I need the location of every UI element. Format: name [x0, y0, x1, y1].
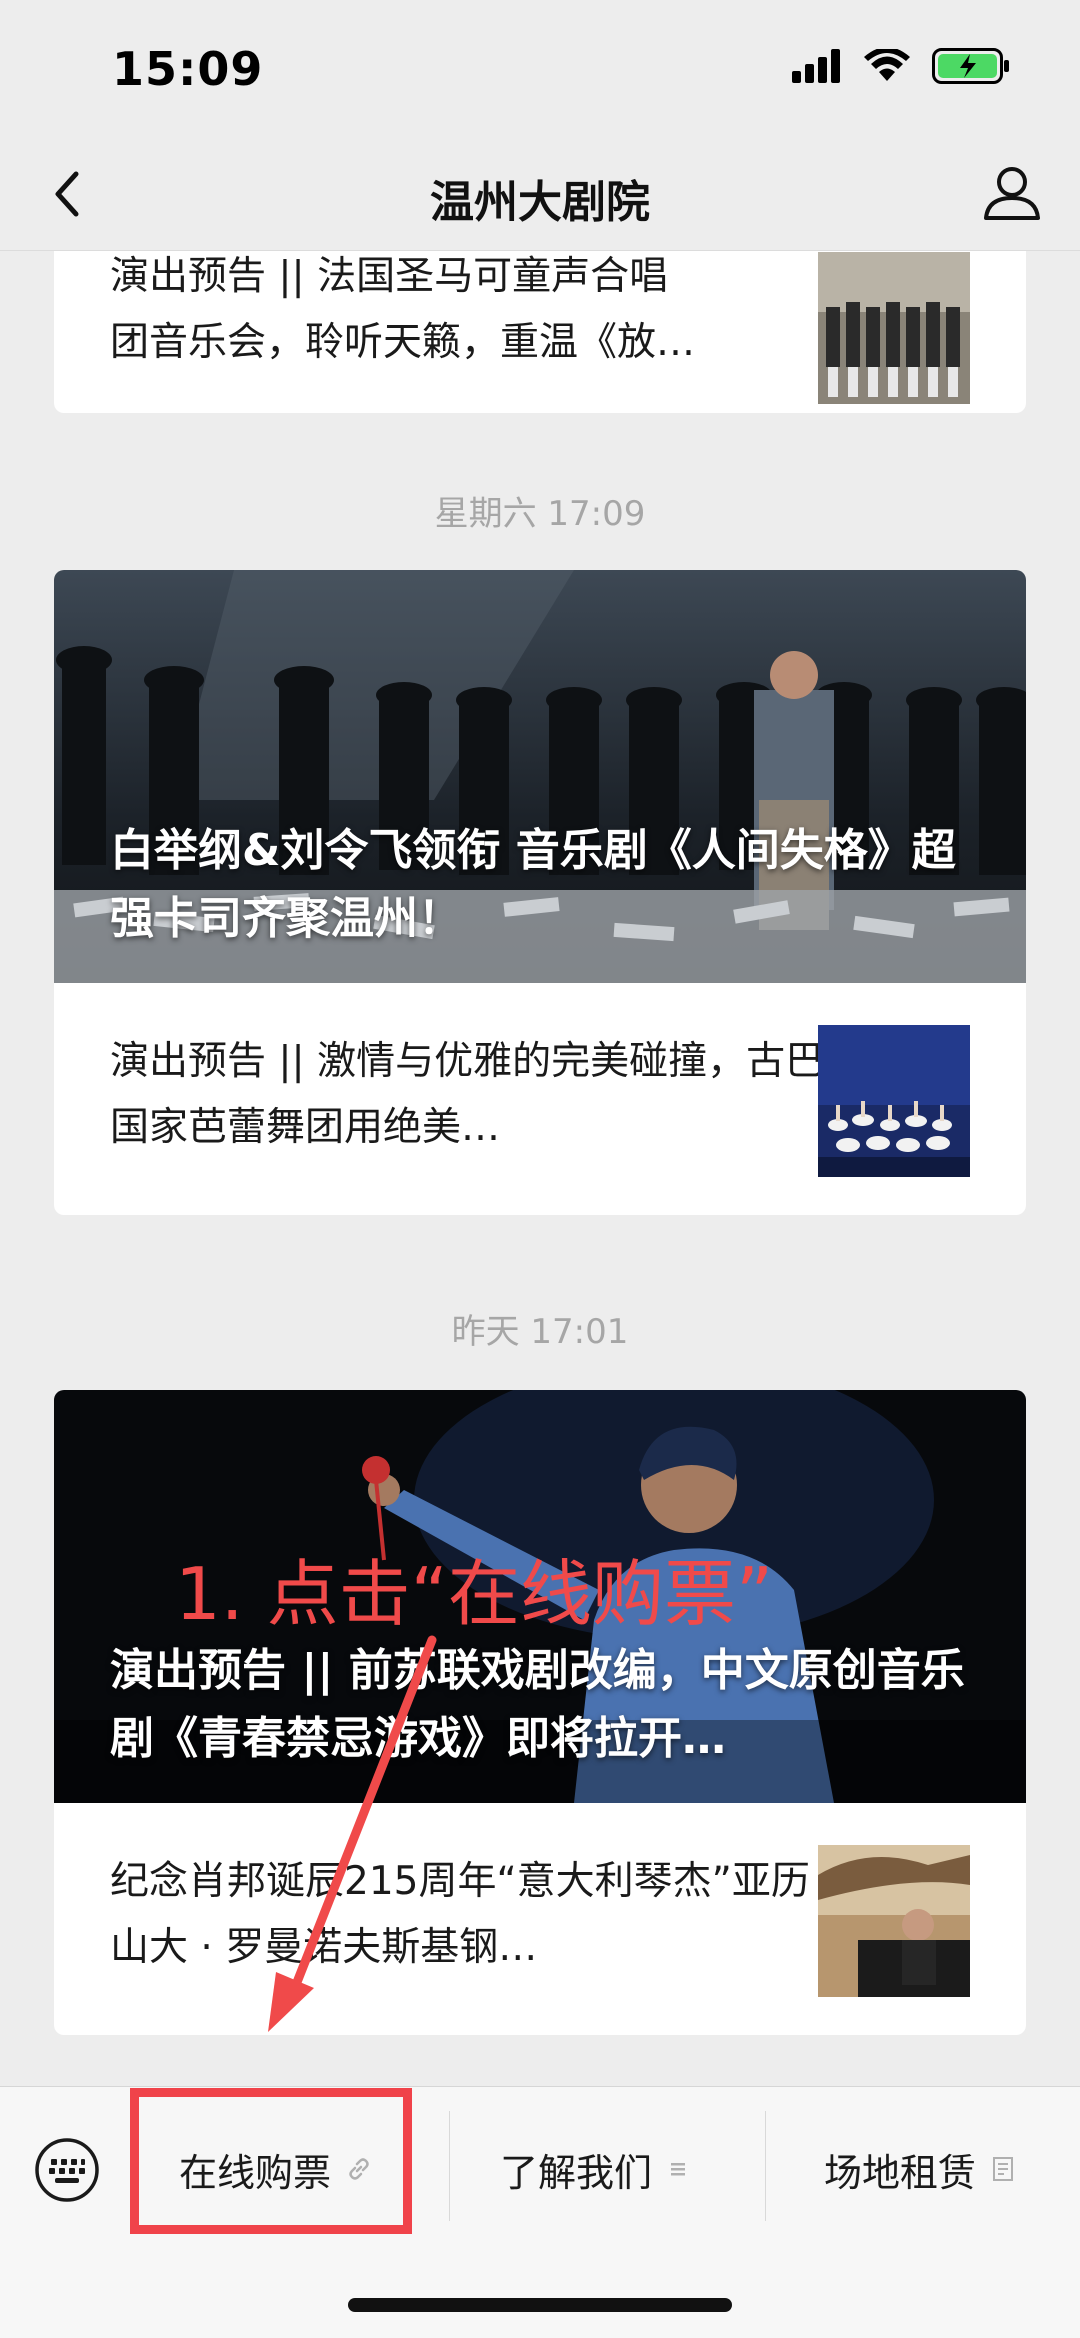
cellular-signal-icon: [792, 49, 840, 83]
nav-bar: 温州大剧院: [0, 140, 1080, 251]
tutorial-annotation: 1. 点击“在线购票”: [175, 1552, 774, 1636]
hero-article[interactable]: 白举纲&刘令飞领衔 音乐剧《人间失格》超强卡司齐聚温州！: [54, 570, 1026, 983]
menu-divider: [765, 2111, 766, 2221]
wifi-icon: [864, 49, 910, 81]
menu-item-label: 了解我们: [499, 2150, 652, 2195]
document-icon: [993, 2157, 1013, 2181]
menu-divider: [449, 2111, 450, 2221]
list-item[interactable]: 纪念肖邦诞辰215周年“意大利琴杰”亚历山大 · 罗曼诺夫斯基钢…: [54, 1803, 1026, 2035]
menu-item-label: 场地租赁: [823, 2150, 976, 2195]
timestamp: 昨天 17:01: [451, 1312, 629, 1352]
article-title-line: 团音乐会，聆听天籁，重温《放…: [110, 320, 696, 365]
article-title-line: 演出预告 || 法国圣马可童声合唱: [110, 254, 669, 299]
keyboard-toggle-icon[interactable]: [34, 2137, 100, 2203]
list-item[interactable]: 演出预告 || 激情与优雅的完美碰撞，古巴国家芭蕾舞团用绝美…: [54, 983, 1026, 1215]
article-title: 纪念肖邦诞辰215周年“意大利琴杰”亚历山大 · 罗曼诺夫斯基钢…: [110, 1859, 810, 1970]
page-title: 温州大剧院: [430, 177, 650, 228]
article-thumbnail-ballet: [818, 1025, 970, 1177]
article-title: 演出预告 || 激情与优雅的完美碰撞，古巴国家芭蕾舞团用绝美…: [110, 1039, 825, 1150]
article-thumbnail-pianist: [818, 1845, 970, 1997]
profile-icon[interactable]: [980, 160, 1044, 224]
status-time: 15:09: [112, 42, 264, 96]
timestamp: 星期六 17:09: [434, 494, 646, 534]
battery-charging-icon: [932, 48, 1009, 84]
status-bar: 15:09: [0, 0, 1080, 140]
article-card-partial[interactable]: 演出预告 || 法国圣马可童声合唱 团音乐会，聆听天籁，重温《放…: [54, 250, 1026, 413]
list-item[interactable]: 演出预告 || 法国圣马可童声合唱 团音乐会，聆听天籁，重温《放…: [54, 250, 1026, 413]
article-thumbnail-choir: [818, 252, 970, 404]
article-card[interactable]: 演出预告 || 前苏联戏剧改编，中文原创音乐剧《青春禁忌游戏》即将拉开… 纪念肖…: [54, 1390, 1026, 2035]
article-card[interactable]: 白举纲&刘令飞领衔 音乐剧《人间失格》超强卡司齐聚温州！ 演出预告 || 激情与…: [54, 570, 1026, 1215]
menu-item-about-us[interactable]: 了解我们: [470, 2121, 720, 2217]
hero-article-title: 演出预告 || 前苏联戏剧改编，中文原创音乐剧《青春禁忌游戏》即将拉开…: [110, 1645, 965, 1764]
home-indicator[interactable]: [348, 2298, 732, 2312]
list-icon: [671, 2163, 685, 2176]
hero-article-title: 白举纲&刘令飞领衔 音乐剧《人间失格》超强卡司齐聚温州！: [110, 825, 956, 944]
article-feed[interactable]: 演出预告 || 法国圣马可童声合唱 团音乐会，聆听天籁，重温《放… 星期六 17…: [0, 250, 1080, 2086]
status-icons: [792, 48, 1010, 84]
highlight-box: [130, 2088, 412, 2234]
menu-item-venue-rental[interactable]: 场地租赁: [790, 2121, 1050, 2217]
